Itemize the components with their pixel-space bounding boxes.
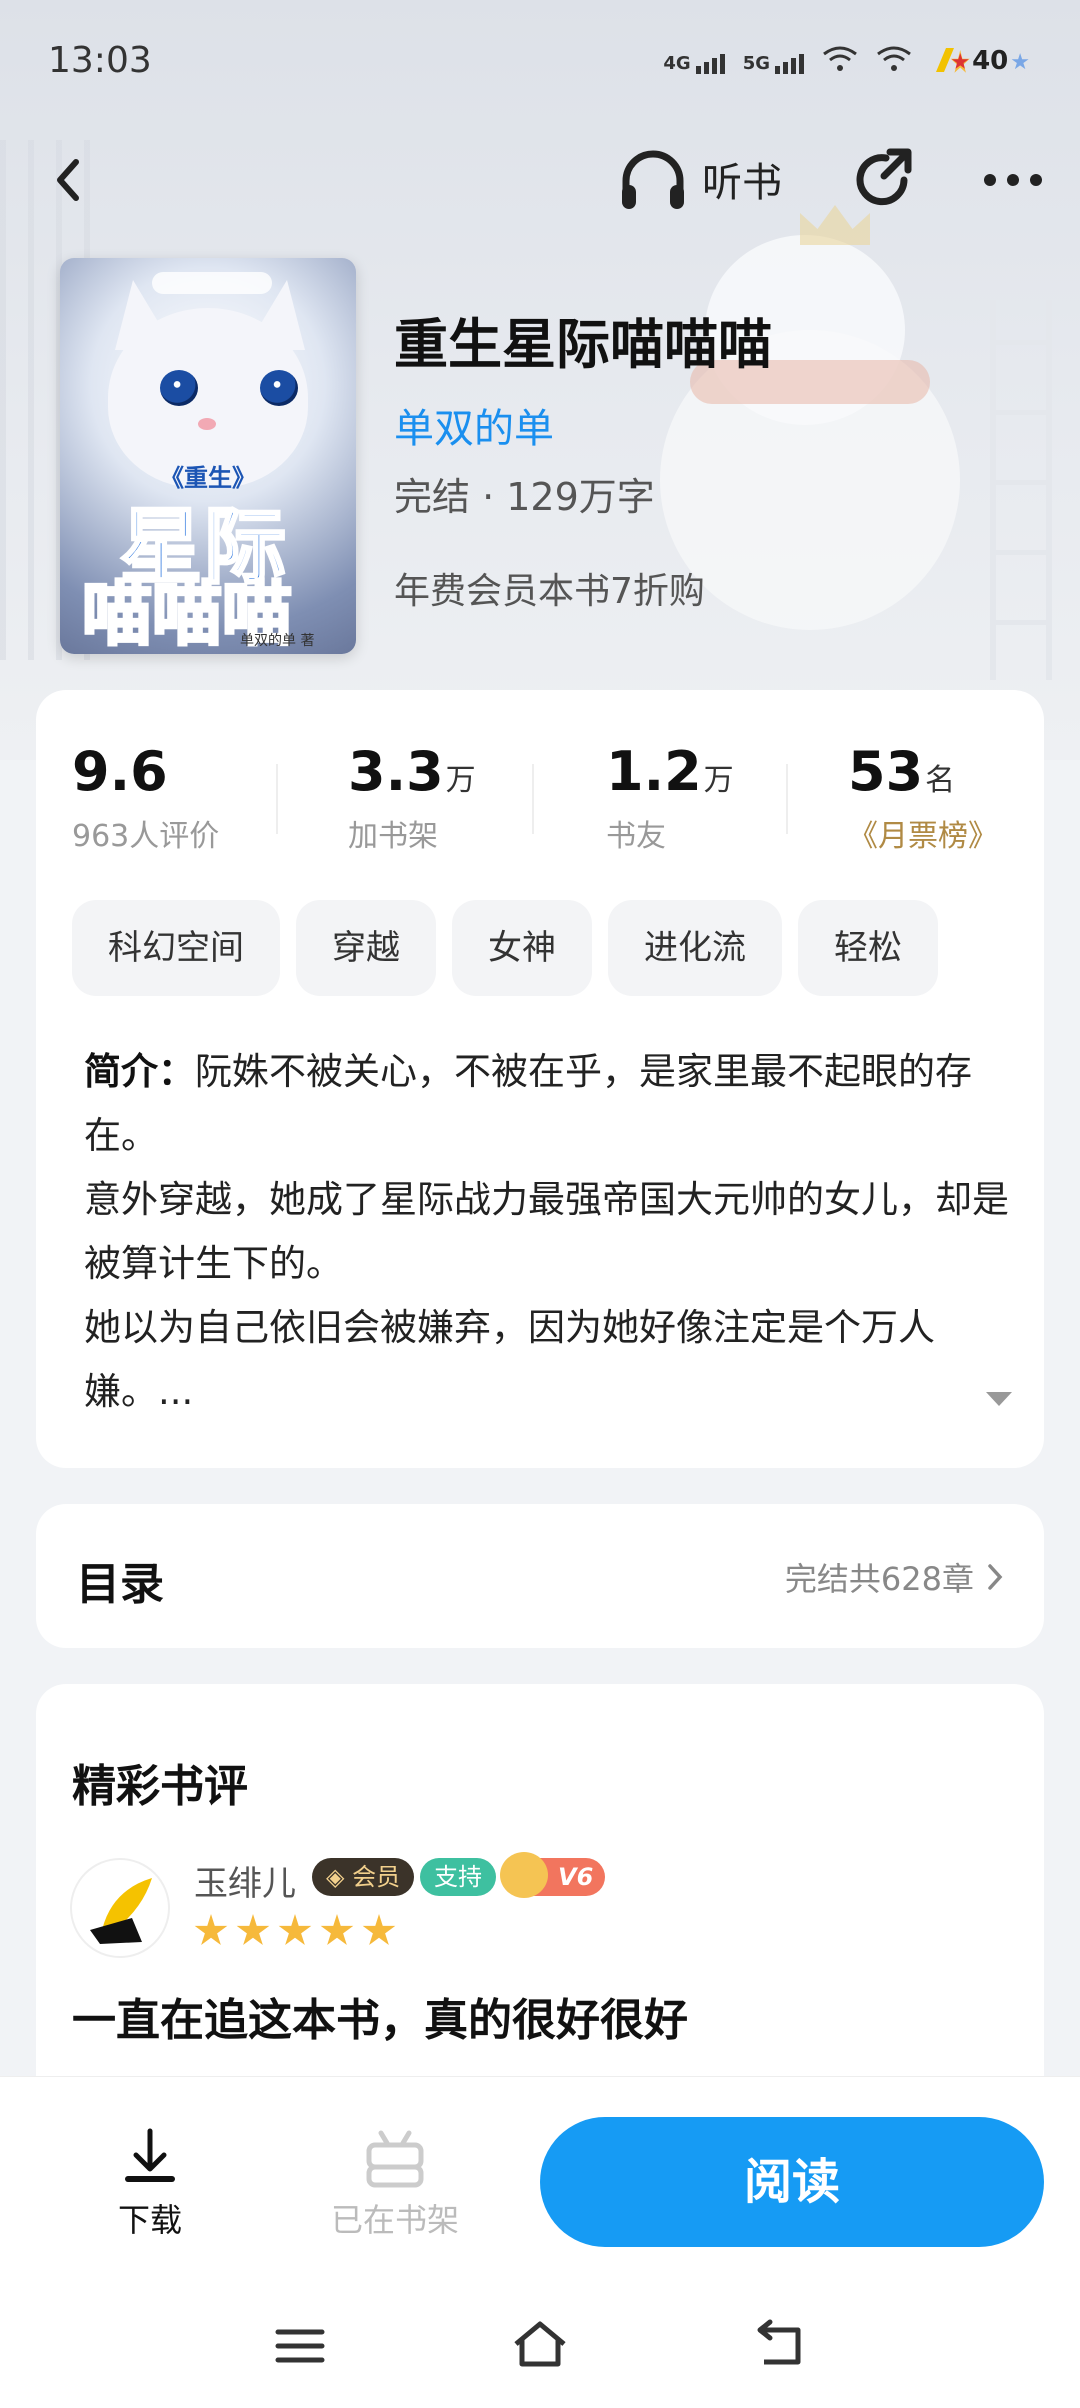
- status-time: 13:03: [48, 40, 152, 81]
- listen-label: 听书: [702, 160, 782, 206]
- toc-label: 目录: [76, 1559, 164, 1610]
- gem-icon: ◈: [326, 1863, 353, 1891]
- fans-stat[interactable]: 1.2万 书友: [606, 740, 734, 855]
- star-icon: [236, 1914, 270, 1945]
- tag-item[interactable]: 科幻空间: [72, 900, 280, 996]
- status-icons: 4G 5G: [663, 44, 960, 74]
- on-shelf-label: 已在书架: [330, 2201, 459, 2239]
- avatar[interactable]: [72, 1860, 168, 1956]
- review-text[interactable]: 一直在追这本书，真的很好很好: [72, 1984, 688, 2048]
- menu-icon[interactable]: [270, 2316, 330, 2376]
- laurel-right-icon: 》: [968, 819, 998, 854]
- book-author-link[interactable]: 单双的单: [394, 396, 554, 454]
- tag-list: 科幻空间 穿越 女神 进化流 轻松: [72, 900, 1044, 996]
- wifi-calling-icon: [823, 46, 857, 71]
- listen-button[interactable]: 听书: [618, 144, 782, 214]
- toc-info: 完结共628章: [785, 1554, 1004, 1600]
- download-icon: [125, 2128, 175, 2182]
- stats-row: 9.6 963人评价 3.3万 加书架 1.2万 书友 53名 《月票榜》: [36, 740, 1044, 854]
- expand-down-icon[interactable]: [984, 1388, 1014, 1408]
- bottom-action-bar: 下载 已在书架 阅读: [0, 2076, 1080, 2277]
- book-status: 完结 · 129万字: [394, 475, 655, 519]
- reviewer-name[interactable]: 玉绯儿: [194, 1856, 296, 1905]
- intro-line: 阮姝不被关心，不被在乎，是家里最不起眼的存在。: [84, 1050, 972, 1157]
- home-icon[interactable]: [510, 2316, 570, 2376]
- book-intro[interactable]: 简介：阮姝不被关心，不被在乎，是家里最不起眼的存在。 意外穿越，她成了星际战力最…: [84, 1040, 1014, 1424]
- reviews-title: 精彩书评: [72, 1761, 248, 1812]
- mascot-icon: [500, 1852, 548, 1898]
- star-icon: [320, 1914, 354, 1945]
- tag-item[interactable]: 穿越: [296, 900, 436, 996]
- bookshelf-icon: [366, 2130, 424, 2188]
- tag-item[interactable]: 进化流: [608, 900, 782, 996]
- share-icon[interactable]: [846, 144, 918, 216]
- star-icon: ★: [1010, 50, 1030, 75]
- book-info-card: 9.6 963人评价 3.3万 加书架 1.2万 书友 53名 《月票榜》 科幻…: [36, 690, 1044, 1468]
- vip-offer[interactable]: 年费会员本书7折购: [394, 562, 705, 614]
- intro-line: 意外穿越，她成了星际战力最强帝国大元帅的女儿，却是被算计生下的。: [84, 1178, 1009, 1285]
- book-cover[interactable]: 《重生》 星际 喵喵喵 单双的单 著: [60, 258, 356, 654]
- toc-card[interactable]: 目录 完结共628章: [36, 1504, 1044, 1648]
- star-icon: ★: [950, 50, 971, 75]
- star-icon: [278, 1914, 312, 1945]
- status-bar: 13:03 4G 5G ★40★: [0, 0, 1080, 110]
- cover-author-signature: 单双的单 著: [240, 633, 315, 649]
- wifi-icon: [877, 46, 911, 71]
- publisher-logo: [152, 272, 272, 294]
- star-icon: [362, 1914, 396, 1945]
- download-label: 下载: [117, 2201, 182, 2239]
- reviews-card: 精彩书评 玉绯儿 ◈ 会员 支持 V6 一直在追这本书，真的很好很好: [36, 1684, 1044, 2144]
- more-icon[interactable]: [980, 150, 1046, 210]
- star-icon: [194, 1914, 228, 1945]
- tag-item[interactable]: 轻松: [798, 900, 938, 996]
- laurel-left-icon: 《: [848, 819, 878, 854]
- battery-indicator: ★40★: [950, 46, 1030, 76]
- signal-5g-icon: 5G: [743, 53, 804, 74]
- download-button[interactable]: 下载: [90, 2127, 210, 2241]
- chevron-right-icon: [988, 1564, 1003, 1590]
- monthly-rank-stat[interactable]: 53名 《月票榜》: [848, 740, 998, 855]
- back-icon[interactable]: [40, 150, 100, 210]
- intro-line: 她以为自己依旧会被嫌弃，因为她好像注定是个万人嫌。...: [84, 1306, 935, 1413]
- support-badge: 支持: [420, 1858, 496, 1896]
- tag-item[interactable]: 女神: [452, 900, 592, 996]
- back-nav-icon[interactable]: [750, 2316, 810, 2376]
- feather-quill-icon: [90, 1878, 152, 1944]
- rating-stat[interactable]: 9.6 963人评价: [72, 740, 219, 855]
- ladder-decoration: [990, 300, 1052, 680]
- signal-4g-icon: 4G: [663, 53, 725, 74]
- rating-stars: [194, 1914, 396, 1948]
- intro-label: 简介：: [84, 1050, 195, 1093]
- shelf-count-stat[interactable]: 3.3万 加书架: [348, 740, 476, 855]
- top-nav: 听书: [0, 140, 1080, 230]
- vip-badge: ◈ 会员: [312, 1858, 415, 1896]
- headphones-icon: [622, 150, 684, 209]
- on-shelf-button[interactable]: 已在书架: [320, 2127, 470, 2241]
- system-navigation-bar: [0, 2276, 1080, 2408]
- book-title: 重生星际喵喵喵: [394, 313, 772, 376]
- read-button[interactable]: 阅读: [540, 2117, 1044, 2247]
